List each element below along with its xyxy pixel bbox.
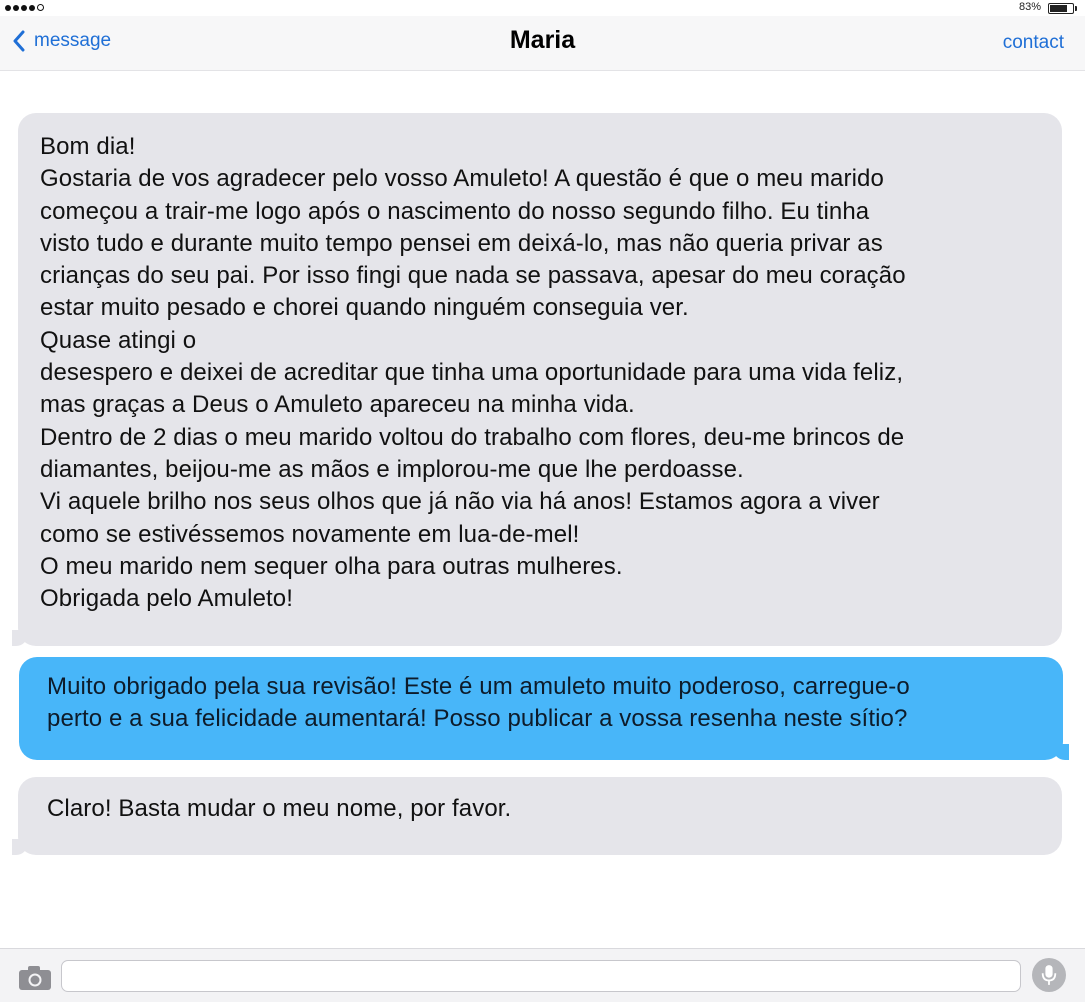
bubble-tail — [12, 630, 28, 646]
status-bar: 83% — [0, 0, 1085, 16]
message-text: Muito obrigado pela sua revisão! Este é … — [47, 673, 910, 733]
message-text: Bom dia! Gostaria de vos agradecer pelo … — [40, 133, 906, 613]
contact-button[interactable]: contact — [1003, 32, 1064, 54]
battery-icon — [1048, 3, 1077, 14]
battery-percentage: 83% — [1018, 1, 1041, 13]
message-bubble-incoming: Claro! Basta mudar o meu nome, por favor… — [12, 777, 1062, 855]
message-text: Claro! Basta mudar o meu nome, por favor… — [47, 795, 512, 822]
message-bubble-outgoing: Muito obrigado pela sua revisão! Este é … — [19, 657, 1069, 760]
bubble-tail — [12, 839, 28, 855]
message-bubble-incoming: Bom dia! Gostaria de vos agradecer pelo … — [12, 113, 1062, 646]
message-input[interactable] — [61, 960, 1021, 992]
conversation-title: Maria — [509, 26, 576, 54]
microphone-icon[interactable] — [1032, 958, 1066, 992]
signal-strength-icon — [5, 4, 44, 11]
message-input-bar — [0, 948, 1085, 1002]
navigation-bar: message Maria contact — [0, 16, 1085, 71]
bubble-tail — [1053, 744, 1069, 760]
camera-icon[interactable] — [18, 965, 52, 991]
